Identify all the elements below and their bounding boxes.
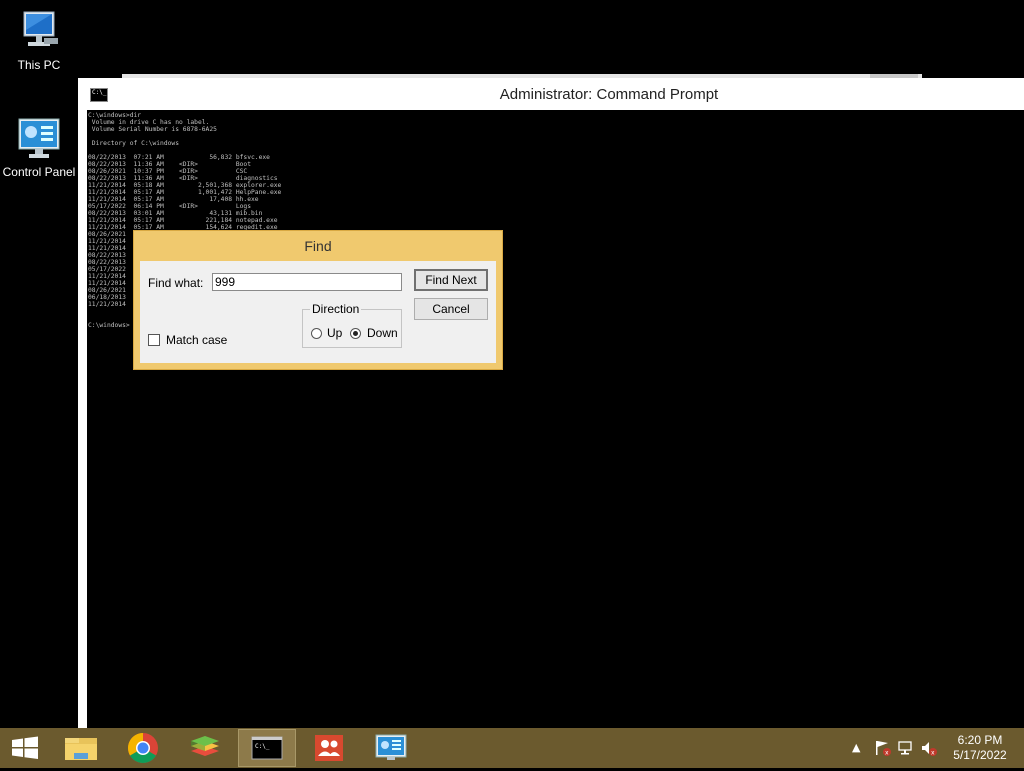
taskbar-control-panel[interactable] [362, 729, 420, 767]
taskbar-clock[interactable]: 6:20 PM 5/17/2022 [944, 733, 1016, 763]
taskbar: C:\_ ▲ x x 6:20 PM 5/17/2022 [0, 728, 1024, 768]
window-title: Administrator: Command Prompt [499, 86, 719, 103]
taskbar-people[interactable] [300, 729, 358, 767]
computer-icon [15, 8, 63, 56]
bluestacks-icon [191, 736, 219, 756]
folder-icon [65, 738, 97, 760]
chrome-icon [127, 733, 158, 764]
taskbar-file-explorer[interactable] [52, 729, 110, 767]
direction-down-radio[interactable] [350, 328, 361, 339]
match-case-checkbox[interactable] [148, 334, 160, 346]
volume-muted-icon[interactable]: x [920, 739, 938, 760]
start-button[interactable] [0, 729, 52, 767]
direction-up-label[interactable]: Up [327, 326, 342, 340]
desktop-icon-control-panel[interactable]: Control Panel [0, 115, 79, 179]
find-what-input[interactable] [212, 273, 402, 291]
match-case-label[interactable]: Match case [166, 333, 227, 347]
direction-group: Direction Up Down [302, 302, 402, 348]
action-center-flag-icon[interactable]: x [874, 739, 892, 760]
command-prompt-icon: C:\_ [251, 736, 283, 760]
svg-text:x: x [931, 750, 935, 757]
taskbar-chrome[interactable] [114, 729, 172, 767]
cancel-button[interactable]: Cancel [414, 298, 488, 320]
taskbar-bluestacks[interactable] [176, 729, 234, 767]
direction-up-radio[interactable] [311, 328, 322, 339]
desktop-icon-this-pc[interactable]: This PC [0, 8, 79, 72]
network-icon[interactable] [897, 739, 915, 760]
find-what-label: Find what: [148, 276, 204, 290]
console-area[interactable]: C:\windows>dir Volume in drive C has no … [87, 110, 1024, 728]
clock-time: 6:20 PM [957, 733, 1003, 747]
command-prompt-window[interactable]: C:\_ Administrator: Command Prompt C:\wi… [78, 78, 1024, 728]
windows-logo-icon [12, 736, 38, 759]
clock-date: 5/17/2022 [953, 748, 1007, 762]
svg-text:x: x [885, 750, 889, 757]
svg-text:C:\_: C:\_ [255, 743, 270, 750]
find-dialog[interactable]: Find Find what: Find Next Cancel Directi… [133, 230, 503, 370]
find-next-button[interactable]: Find Next [414, 269, 488, 291]
dialog-title: Find [304, 238, 332, 254]
desktop-icon-label: This PC [17, 58, 61, 72]
dialog-body: Find what: Find Next Cancel Direction Up… [140, 261, 496, 363]
direction-down-label[interactable]: Down [367, 326, 398, 340]
desktop-icon-label: Control Panel [2, 165, 76, 179]
control-panel-icon [15, 115, 63, 163]
direction-label: Direction [310, 302, 362, 316]
window-titlebar[interactable]: C:\_ Administrator: Command Prompt [78, 78, 1024, 110]
people-icon [315, 735, 343, 761]
control-panel-icon [375, 734, 407, 760]
taskbar-command-prompt[interactable]: C:\_ [238, 729, 296, 767]
show-hidden-icons-arrow[interactable]: ▲ [852, 741, 860, 754]
